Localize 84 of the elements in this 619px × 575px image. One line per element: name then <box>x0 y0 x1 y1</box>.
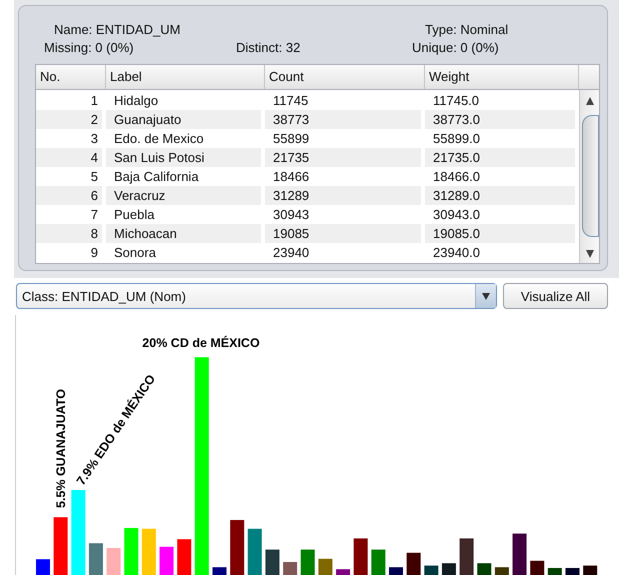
bar <box>406 552 421 575</box>
table-cell-text: 5 <box>90 168 99 186</box>
bar <box>160 546 174 575</box>
column-header[interactable]: Weight <box>425 65 579 89</box>
visualize-all-button[interactable]: Visualize All <box>503 283 608 309</box>
bar <box>530 560 544 575</box>
bar <box>106 548 121 575</box>
table-cell-text: 30943.0 <box>432 206 481 224</box>
bar <box>212 567 226 575</box>
bar <box>442 563 456 575</box>
table-cell-text: 7 <box>90 206 99 224</box>
table-cell-text: 3 <box>90 130 99 148</box>
type-text: Type: Nominal <box>425 21 508 39</box>
table-cell: San Luis Potosi <box>106 148 261 167</box>
scroll-down-icon[interactable] <box>586 250 594 258</box>
bar <box>248 528 262 575</box>
bar <box>354 538 368 575</box>
table-cell: Veracruz <box>106 186 261 205</box>
table-cell: 4 <box>36 148 102 167</box>
table-cell: 31289.0 <box>425 186 575 205</box>
name-text: Name: ENTIDAD_UM <box>54 21 180 39</box>
table-cell: 38773 <box>265 110 421 129</box>
table-cell-text: 23940 <box>272 244 310 262</box>
bar <box>371 550 386 575</box>
table-cell-text: 55899.0 <box>432 130 481 148</box>
column-header[interactable]: Count <box>265 65 425 89</box>
table-cell: 38773.0 <box>425 110 575 129</box>
table-cell: 19085 <box>265 224 421 243</box>
bar <box>230 520 244 575</box>
table-cell: Guanajuato <box>106 110 261 129</box>
bar <box>512 534 527 575</box>
bar <box>336 569 350 575</box>
table-cell-text: Puebla <box>113 206 156 224</box>
table-cell-text: Baja California <box>113 168 200 186</box>
bar <box>548 568 562 575</box>
bar <box>142 528 156 575</box>
bar <box>424 566 438 575</box>
table-cell: 21735 <box>265 148 421 167</box>
table-cell-text: Hidalgo <box>113 92 160 110</box>
table-cell-text: 18466.0 <box>432 168 481 186</box>
bar <box>477 563 492 575</box>
scrollbar[interactable] <box>579 90 599 263</box>
missing-text: Missing: 0 (0%) <box>44 39 134 57</box>
bar <box>124 528 138 575</box>
table-cell-text: 11745 <box>272 92 310 110</box>
bar <box>265 550 280 575</box>
bar <box>88 543 103 575</box>
bar <box>494 567 509 575</box>
class-dropdown[interactable]: Class: ENTIDAD_UM (Nom) <box>16 283 497 309</box>
bar <box>318 558 332 575</box>
dropdown-caret-icon[interactable] <box>482 292 490 300</box>
table-cell: 21735.0 <box>425 148 575 167</box>
bar <box>177 539 192 575</box>
table-cell: 6 <box>36 186 102 205</box>
table-cell: 31289 <box>265 186 421 205</box>
bar-label: 5.5% GUANAJUATO <box>54 388 68 508</box>
table-cell: 8 <box>36 224 102 243</box>
table-cell-text: 18466 <box>272 168 310 186</box>
column-header[interactable]: No. <box>36 65 106 89</box>
table-cell-text: 1 <box>90 92 99 110</box>
unique-text: Unique: 0 (0%) <box>412 39 499 57</box>
table-cell: 19085.0 <box>425 224 575 243</box>
bar <box>300 550 315 575</box>
bar-label: 20% CD de MÉXICO <box>142 336 260 350</box>
table-cell-text: 55899 <box>272 130 310 148</box>
column-header[interactable]: Label <box>106 65 265 89</box>
bar <box>283 562 298 575</box>
table-cell-text: 9 <box>90 244 99 262</box>
bar <box>389 567 403 575</box>
bar <box>460 538 474 575</box>
table-cell-text: 23940.0 <box>432 244 481 262</box>
table-cell-text: 11745.0 <box>432 92 480 110</box>
scroll-up-icon[interactable] <box>586 97 594 105</box>
distinct-text: Distinct: 32 <box>236 39 300 57</box>
bar <box>583 566 598 575</box>
bar <box>36 559 50 575</box>
table-cell-text: Edo. de Mexico <box>113 130 205 148</box>
table-cell-text: Sonora <box>113 244 157 262</box>
table-cell: Michoacan <box>106 224 261 243</box>
bar <box>54 517 68 575</box>
bar <box>566 568 580 575</box>
table-cell: 2 <box>36 110 102 129</box>
scroll-thumb[interactable] <box>582 115 599 237</box>
table-cell-text: 30943 <box>272 206 310 224</box>
